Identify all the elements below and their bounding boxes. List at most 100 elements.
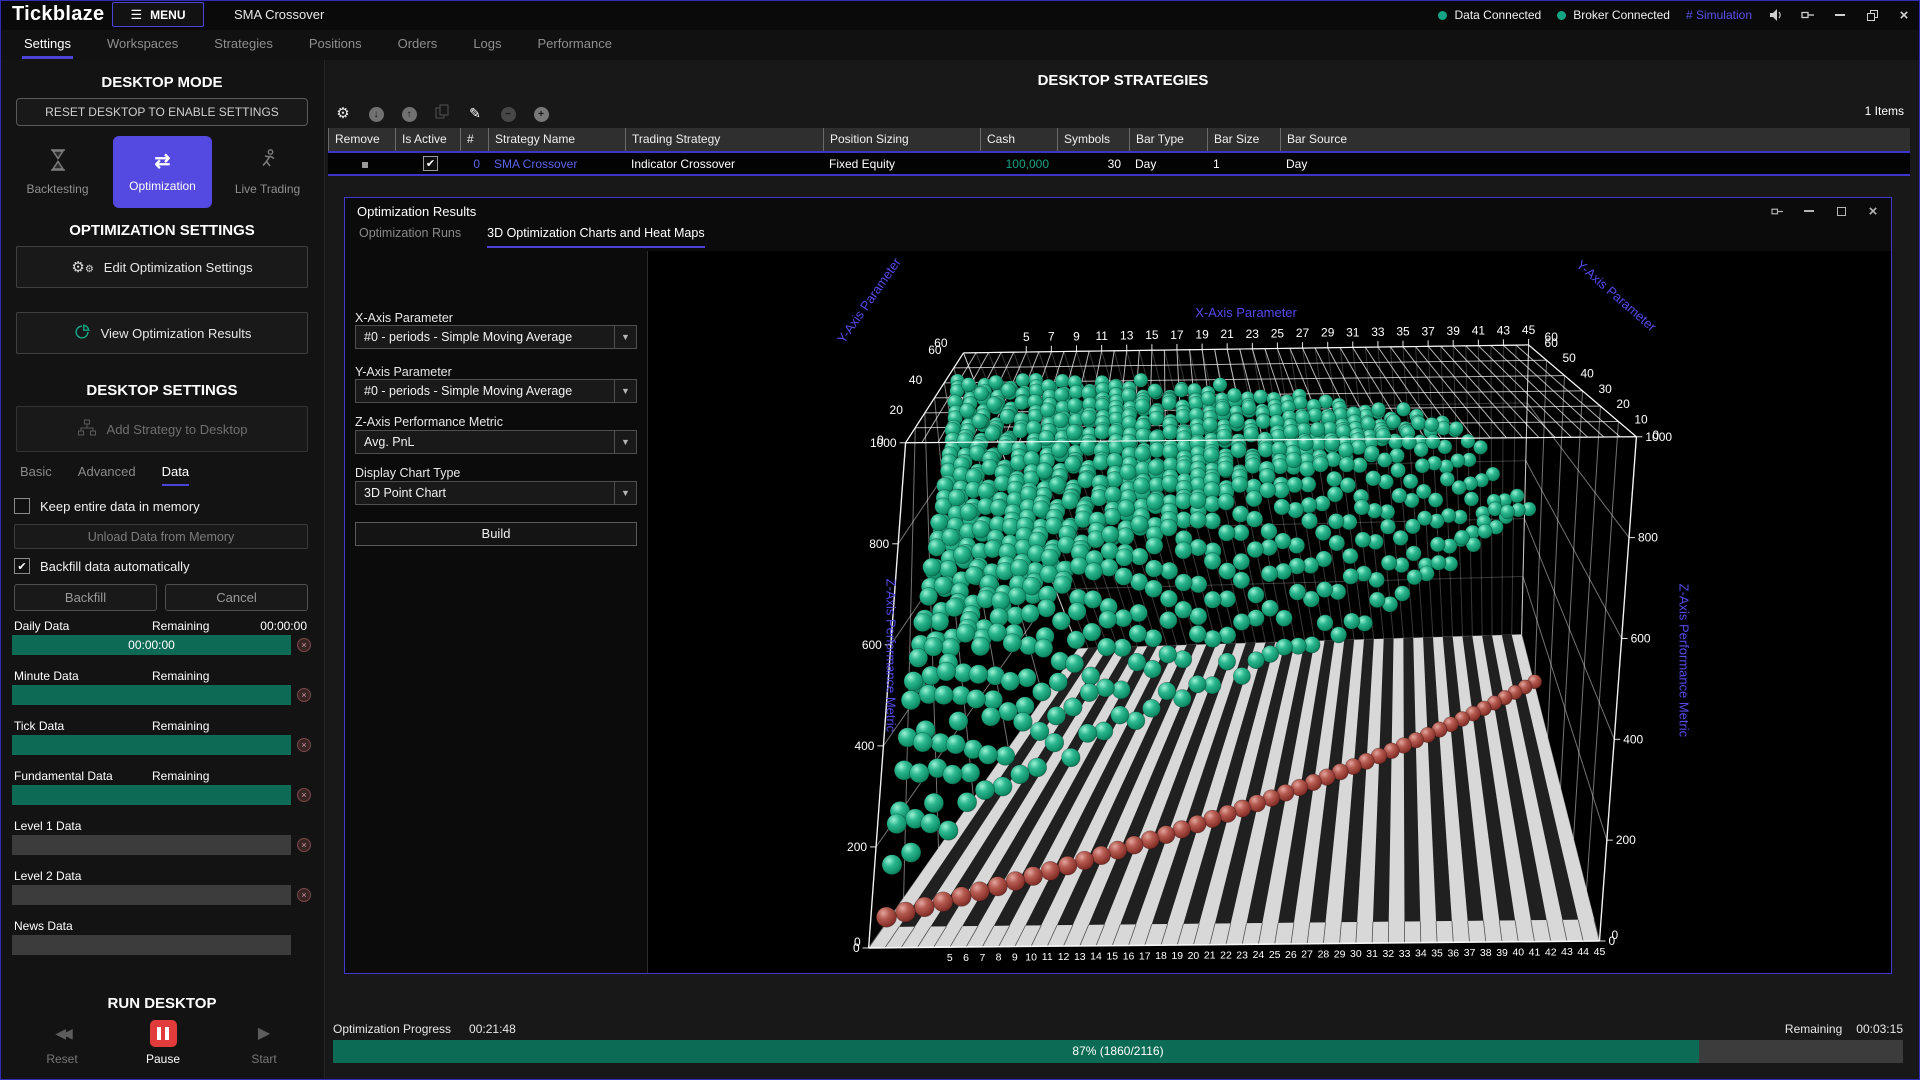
column-header-num[interactable]: # [460, 128, 488, 151]
settings-tab-advanced[interactable]: Advanced [78, 464, 136, 486]
maximize-button[interactable] [1833, 203, 1849, 219]
3d-optimization-chart[interactable]: 5678910111213141516171819202122232425262… [648, 251, 1891, 973]
document-tab[interactable]: SMA Crossover [220, 0, 338, 30]
cell-symbols: 30 [1057, 157, 1129, 171]
is-active-checkbox[interactable]: ✔ [423, 156, 438, 171]
dropdown-display-chart-type[interactable]: 3D Point Chart ▼ [355, 481, 637, 505]
nav-tab-positions[interactable]: Positions [309, 30, 362, 60]
results-window-tabs: Optimization Runs 3D Optimization Charts … [359, 226, 705, 248]
results-window-titlebar[interactable]: Optimization Results × [345, 198, 1891, 224]
copy-icon[interactable] [433, 104, 451, 123]
remaining-label: Remaining [1785, 1022, 1842, 1036]
svg-text:23: 23 [1246, 327, 1260, 341]
column-header-barsource[interactable]: Bar Source [1280, 128, 1910, 151]
nav-tab-logs[interactable]: Logs [473, 30, 501, 60]
column-header-symbols[interactable]: Symbols [1057, 128, 1129, 151]
column-header-barsize[interactable]: Bar Size [1207, 128, 1280, 151]
nav-tab-orders[interactable]: Orders [398, 30, 438, 60]
results-tab[interactable]: 3D Optimization Charts and Heat Maps [487, 226, 704, 248]
reset-button[interactable]: ◀◀Reset [22, 1018, 102, 1066]
settings-tab-basic[interactable]: Basic [20, 464, 52, 486]
close-button[interactable]: × [1896, 7, 1912, 23]
gear-icon[interactable]: ⚙ [334, 104, 352, 122]
svg-text:17: 17 [1170, 328, 1184, 342]
pencil-icon[interactable]: ✎ [466, 105, 484, 122]
edit-optimization-settings-button[interactable]: ⚙⚙ Edit Optimization Settings [16, 246, 308, 288]
dropdown-x-axis-parameter[interactable]: #0 - periods - Simple Moving Average ▼ [355, 325, 637, 349]
nav-tab-strategies[interactable]: Strategies [214, 30, 273, 60]
svg-text:200: 200 [1616, 833, 1636, 847]
svg-text:21: 21 [1221, 327, 1235, 341]
results-tab[interactable]: Optimization Runs [359, 226, 461, 248]
close-button[interactable]: × [1865, 203, 1881, 219]
mode-button-backtesting[interactable]: Backtesting [8, 136, 107, 208]
keep-data-checkbox[interactable] [14, 498, 30, 514]
dropdown-y-axis-parameter[interactable]: #0 - periods - Simple Moving Average ▼ [355, 379, 637, 403]
remaining-label: Remaining [152, 719, 209, 733]
cell-bar-type: Day [1129, 157, 1207, 171]
svg-text:25: 25 [1271, 327, 1285, 341]
dropdown-z-axis-performance-metric[interactable]: Avg. PnL ▼ [355, 430, 637, 454]
pause-icon [150, 1020, 177, 1047]
remove-strategy-button[interactable] [362, 162, 368, 168]
connection-status: Broker Connected [1557, 8, 1670, 22]
start-button[interactable]: ▶Start [224, 1018, 304, 1066]
svg-text:22: 22 [1220, 951, 1232, 962]
cancel-button[interactable]: Cancel [165, 584, 308, 611]
settings-tab-data[interactable]: Data [162, 464, 189, 486]
svg-text:19: 19 [1195, 328, 1209, 342]
view-optimization-results-button[interactable]: View Optimization Results [16, 312, 308, 354]
sync-icon: ⇄ [155, 152, 171, 172]
connection-status: Data Connected [1438, 8, 1541, 22]
svg-text:27: 27 [1301, 950, 1313, 961]
svg-text:16: 16 [1123, 951, 1135, 962]
minus-circle-icon[interactable]: − [499, 104, 517, 122]
svg-text:0: 0 [853, 941, 860, 955]
plus-circle-icon[interactable]: + [532, 104, 550, 122]
mode-button-live-trading[interactable]: Live Trading [218, 136, 317, 208]
column-header-tradingstrategy[interactable]: Trading Strategy [625, 128, 823, 151]
column-header-remove[interactable]: Remove [328, 128, 395, 151]
table-header: RemoveIs Active#Strategy NameTrading Str… [328, 128, 1910, 151]
optimization-results-window: Optimization Results × Optimization Runs… [344, 197, 1892, 974]
cancel-download-icon[interactable]: × [297, 788, 311, 802]
reset-desktop-button[interactable]: RESET DESKTOP TO ENABLE SETTINGS [16, 98, 308, 126]
cell-bar-size: 1 [1207, 157, 1280, 171]
unload-data-button[interactable]: Unload Data from Memory [14, 524, 308, 549]
speaker-icon[interactable] [1768, 7, 1784, 23]
mode-button-optimization[interactable]: ⇄ Optimization [113, 136, 212, 208]
column-header-isactive[interactable]: Is Active [395, 128, 460, 151]
add-strategy-button[interactable]: Add Strategy to Desktop [16, 406, 308, 452]
nav-tab-workspaces[interactable]: Workspaces [107, 30, 178, 60]
column-header-cash[interactable]: Cash [980, 128, 1057, 151]
cancel-download-icon[interactable]: × [297, 738, 311, 752]
backfill-button[interactable]: Backfill [14, 584, 157, 611]
column-header-strategyname[interactable]: Strategy Name [488, 128, 625, 151]
restore-button[interactable] [1864, 7, 1880, 23]
build-button[interactable]: Build [355, 522, 637, 546]
minimize-button[interactable] [1801, 203, 1817, 219]
column-header-positionsizing[interactable]: Position Sizing [823, 128, 980, 151]
cancel-download-icon[interactable]: × [297, 688, 311, 702]
cancel-download-icon[interactable]: × [297, 888, 311, 902]
pause-button[interactable]: Pause [123, 1018, 203, 1066]
arrow-up-circle-icon[interactable]: ↑ [400, 104, 418, 122]
cancel-download-icon[interactable]: × [297, 838, 311, 852]
chevron-down-icon: ▼ [614, 482, 636, 504]
arrow-down-circle-icon[interactable]: ↓ [367, 104, 385, 122]
menu-button[interactable]: ☰ MENU [112, 2, 204, 27]
backfill-auto-checkbox[interactable]: ✔ [14, 558, 30, 574]
status-label: Broker Connected [1573, 8, 1670, 22]
nav-tab-settings[interactable]: Settings [24, 30, 71, 60]
view-optimization-label: View Optimization Results [101, 326, 252, 341]
optimization-settings-heading: OPTIMIZATION SETTINGS [0, 222, 324, 239]
nav-tab-performance[interactable]: Performance [538, 30, 612, 60]
minimize-button[interactable] [1832, 7, 1848, 23]
table-row[interactable]: ✔ 0 SMA Crossover Indicator Crossover Fi… [328, 151, 1910, 176]
pin-icon[interactable] [1769, 203, 1785, 219]
cancel-download-icon[interactable]: × [297, 638, 311, 652]
column-header-bartype[interactable]: Bar Type [1129, 128, 1207, 151]
pin-icon[interactable] [1800, 7, 1816, 23]
cell-number: 0 [460, 157, 488, 171]
field-label: Z-Axis Performance Metric [355, 415, 503, 429]
